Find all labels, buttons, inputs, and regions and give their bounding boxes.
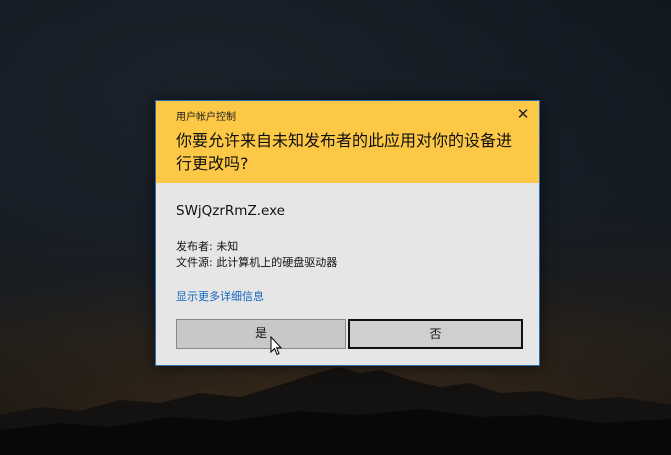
dialog-title: 用户帐户控制 (176, 112, 236, 123)
uac-header: 用户帐户控制 ✕ 你要允许来自未知发布者的此应用对你的设备进行更改吗? (156, 101, 539, 183)
publisher-label: 发布者: 未知 (176, 240, 239, 253)
yes-button[interactable]: 是 (176, 319, 346, 349)
show-details-link[interactable]: 显示更多详细信息 (176, 288, 264, 304)
uac-body: SWjQzrRmZ.exe 发布者: 未知 文件源: 此计算机上的硬盘驱动器 显… (156, 183, 539, 365)
no-button[interactable]: 否 (348, 319, 523, 349)
mouse-pointer-icon (270, 336, 282, 356)
program-meta: 发布者: 未知 文件源: 此计算机上的硬盘驱动器 (176, 239, 337, 271)
uac-dialog: 用户帐户控制 ✕ 你要允许来自未知发布者的此应用对你的设备进行更改吗? SWjQ… (155, 100, 540, 366)
close-icon[interactable]: ✕ (514, 105, 532, 123)
file-origin-label: 文件源: 此计算机上的硬盘驱动器 (176, 256, 338, 269)
permission-question: 你要允许来自未知发布者的此应用对你的设备进行更改吗? (176, 131, 513, 173)
program-name: SWjQzrRmZ.exe (176, 203, 285, 219)
